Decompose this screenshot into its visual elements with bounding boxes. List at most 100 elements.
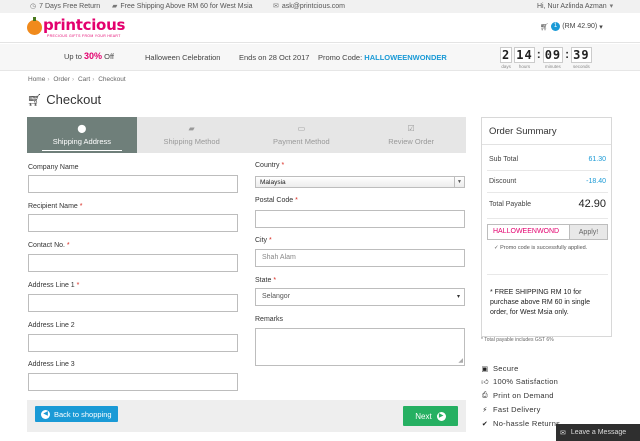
- countdown-separator: :: [565, 47, 570, 61]
- countdown-minutes: 09 minutes: [542, 47, 564, 69]
- subtotal-value: 61.30: [588, 156, 606, 163]
- countdown-hours: 14 hours: [514, 47, 535, 69]
- state-select[interactable]: Selangor ▾: [255, 288, 465, 306]
- discount-label: Discount: [489, 178, 517, 185]
- greeting-text: Hi, Nur Azlinda Azman: [537, 2, 607, 10]
- back-to-shopping-button[interactable]: ◀ Back to shopping: [35, 406, 118, 422]
- chevron-down-icon: ▾: [456, 294, 460, 300]
- countdown-separator: :: [536, 47, 541, 61]
- badge-label: 100% Satisfaction: [493, 377, 559, 386]
- total-payable-row: Total Payable 42.90: [489, 198, 606, 210]
- address-line-1-label-text: Address Line 1: [28, 282, 75, 289]
- divider: [487, 218, 608, 219]
- required-mark: *: [66, 242, 70, 249]
- breadcrumb-order[interactable]: Order: [53, 76, 70, 83]
- required-mark: *: [76, 282, 80, 289]
- countdown-minutes-label: minutes: [545, 64, 561, 69]
- breadcrumb: Home › Order › Cart › Checkout: [28, 76, 126, 83]
- remarks-textarea[interactable]: ◢: [255, 328, 465, 366]
- resize-handle-icon[interactable]: ◢: [458, 357, 463, 364]
- country-select[interactable]: Malaysia ▼: [255, 176, 465, 188]
- postal-code-label: Postal Code *: [255, 197, 298, 204]
- coupon-success-message: ✓ Promo code is successfully applied.: [494, 245, 587, 251]
- address-line-1-input[interactable]: [28, 294, 238, 312]
- address-line-3-input[interactable]: [28, 373, 238, 391]
- countdown-days: 2 days: [500, 47, 513, 69]
- address-line-1-label: Address Line 1 *: [28, 282, 79, 289]
- breadcrumb-home[interactable]: Home: [28, 76, 45, 83]
- mini-cart[interactable]: 🛒︎ 1 (RM 42.90) ▾: [540, 22, 603, 31]
- badge-no-hassle-returns: ✔ No-hassle Returns: [481, 419, 560, 428]
- postal-code-label-text: Postal Code: [255, 197, 294, 204]
- countdown-hours-label: hours: [518, 64, 531, 69]
- breadcrumb-cart[interactable]: Cart: [78, 76, 90, 83]
- badge-label: Fast Delivery: [493, 405, 541, 414]
- remarks-label: Remarks: [255, 316, 284, 323]
- divider: [487, 170, 608, 171]
- promo-discount: Up to 30% Off: [64, 51, 114, 61]
- email-link[interactable]: ask@printcious.com: [282, 3, 345, 10]
- form-actions: ◀ Back to shopping Next ▶: [27, 400, 466, 432]
- thumbs-up-icon: 👍︎: [481, 379, 489, 386]
- clock-icon: ◷: [30, 3, 37, 10]
- country-selected-value: Malaysia: [260, 179, 286, 186]
- recipient-name-input[interactable]: [28, 214, 238, 232]
- envelope-icon: ✉: [560, 429, 566, 437]
- coupon-input[interactable]: HALLOWEENWOND: [487, 224, 570, 240]
- checkout-steps: ⬤ Shipping Address ▰ Shipping Method ▭ P…: [27, 117, 466, 153]
- promo-upto-suffix: Off: [104, 52, 115, 61]
- account-menu[interactable]: Hi, Nur Azlinda Azman ▾: [537, 2, 614, 11]
- required-mark: *: [295, 197, 298, 204]
- site-logo[interactable]: printcious PRECIOUS GIFTS FROM YOUR HEAR…: [27, 16, 127, 41]
- badge-label: Print on Demand: [493, 391, 554, 400]
- check-square-icon: ☑: [407, 124, 415, 133]
- order-summary: Order Summary Sub Total 61.30 Discount -…: [481, 117, 612, 337]
- promo-code: Promo Code: HALLOWEENWONDER: [318, 53, 447, 62]
- shipping-note: * FREE SHIPPING RM 10 for purchase above…: [490, 289, 591, 316]
- step-payment-method[interactable]: ▭ Payment Method: [246, 117, 357, 153]
- countdown-seconds: 39 seconds: [571, 47, 592, 69]
- required-mark: *: [79, 203, 83, 210]
- promo-ends: Ends on 28 Oct 2017: [239, 53, 310, 62]
- countdown-timer: 2 days 14 hours : 09 minutes : 39 second…: [500, 47, 594, 69]
- state-selected-value: Selangor: [262, 293, 291, 300]
- step-review-order[interactable]: ☑ Review Order: [356, 117, 466, 153]
- leave-message-widget[interactable]: ✉ Leave a Message: [556, 424, 640, 441]
- envelope-icon: ✉: [273, 3, 279, 10]
- countdown-seconds-value: 39: [571, 47, 592, 63]
- bolt-icon: ⚡︎: [482, 406, 488, 414]
- site-header: printcious PRECIOUS GIFTS FROM YOUR HEAR…: [0, 13, 640, 43]
- subtotal-row: Sub Total 61.30: [489, 156, 606, 163]
- thumbs-up-icon: ✓: [494, 245, 499, 251]
- coupon-success-text: Promo code is successfully applied.: [500, 245, 588, 251]
- postal-code-input[interactable]: [255, 210, 465, 228]
- contact-email[interactable]: ✉ ask@printcious.com: [273, 2, 345, 11]
- countdown-seconds-label: seconds: [572, 64, 590, 69]
- city-input[interactable]: Shah Alam: [255, 249, 465, 267]
- discount-value: -18.40: [586, 178, 606, 185]
- address-line-3-label: Address Line 3: [28, 361, 75, 368]
- chevron-down-icon: ▾: [599, 23, 603, 31]
- cart-icon: 🛒︎: [540, 23, 549, 31]
- address-line-2-input[interactable]: [28, 334, 238, 352]
- apply-coupon-button[interactable]: Apply!: [570, 224, 608, 240]
- page-title-text: Checkout: [46, 92, 102, 107]
- total-payable-value: 42.90: [578, 198, 606, 210]
- promo-bar: Up to 30% Off Halloween Celebration Ends…: [0, 44, 640, 71]
- address-line-2-label: Address Line 2: [28, 322, 75, 329]
- chevron-down-icon: ▾: [609, 3, 614, 10]
- step-label: Review Order: [388, 137, 435, 146]
- contact-no-input[interactable]: [28, 254, 238, 272]
- recipient-name-label: Recipient Name *: [28, 203, 83, 210]
- step-shipping-method[interactable]: ▰ Shipping Method: [136, 117, 247, 153]
- badge-fast-delivery: ⚡︎ Fast Delivery: [481, 405, 541, 414]
- company-name-input[interactable]: [28, 175, 238, 193]
- next-button[interactable]: Next ▶: [403, 406, 458, 426]
- check-circle-icon: ✔: [481, 420, 489, 428]
- cart-icon: 🛒︎: [27, 92, 43, 107]
- print-icon: ⎙: [482, 391, 488, 399]
- state-label-text: State: [255, 277, 272, 284]
- back-to-shopping-label: Back to shopping: [54, 409, 112, 419]
- step-shipping-address[interactable]: ⬤ Shipping Address: [27, 117, 137, 153]
- subtotal-label: Sub Total: [489, 156, 519, 163]
